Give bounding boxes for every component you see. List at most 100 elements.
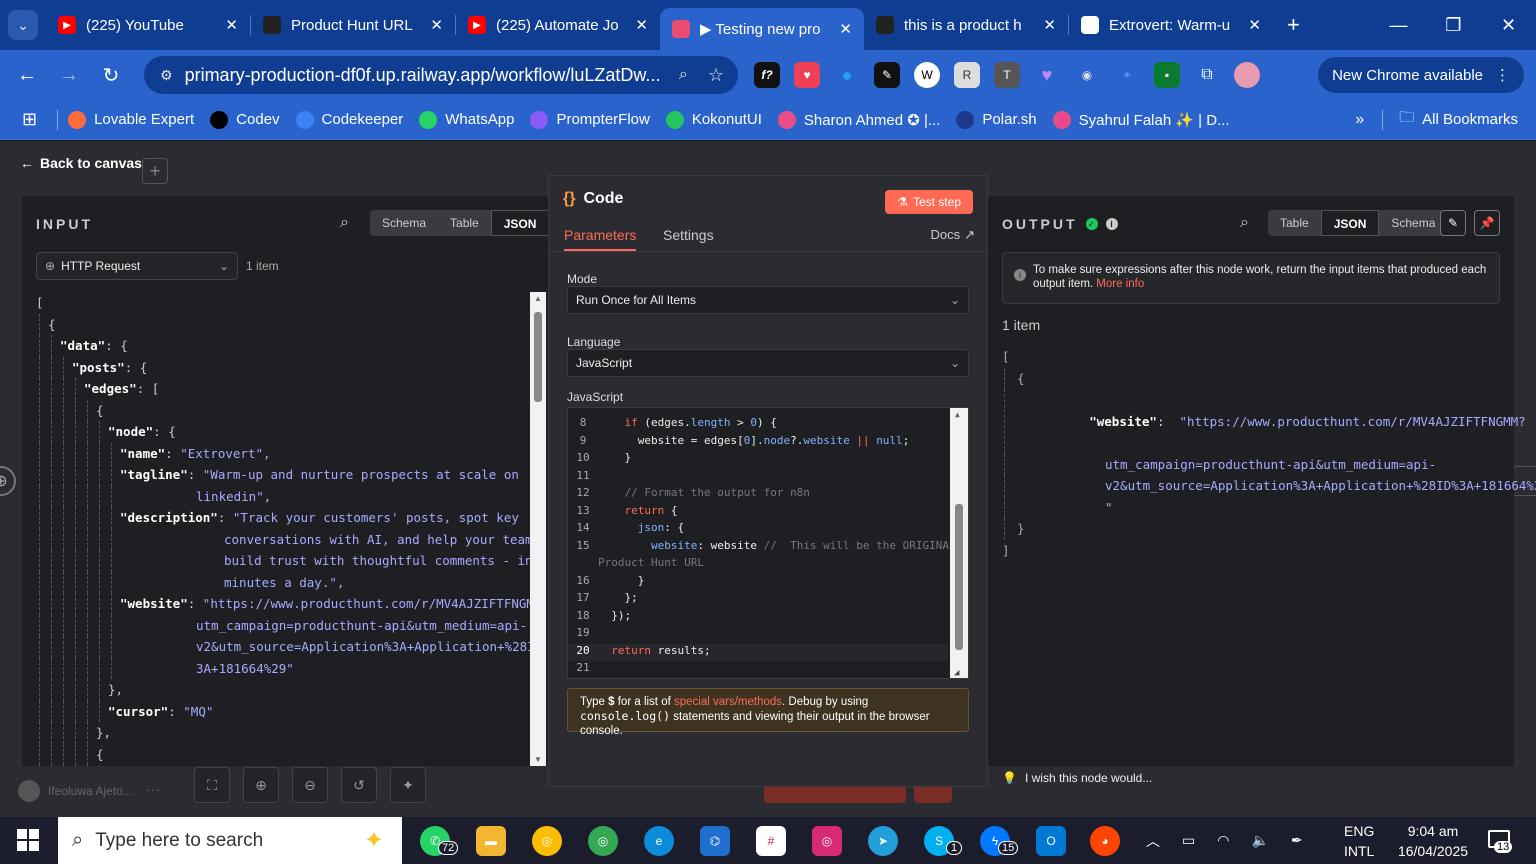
- formula-extension-icon[interactable]: f?: [754, 62, 780, 88]
- editor-scrollbar-track[interactable]: ▲ ◢: [950, 408, 968, 678]
- pin-data-button[interactable]: 📌: [1474, 210, 1500, 236]
- language-select[interactable]: JavaScript ⌄: [567, 349, 969, 377]
- tab-search-button[interactable]: ⌄: [8, 10, 38, 40]
- back-to-canvas-button[interactable]: ← Back to canvas: [20, 155, 142, 171]
- forward-button[interactable]: →: [48, 64, 90, 87]
- bookmark-item[interactable]: Codev: [210, 110, 280, 129]
- edge-icon[interactable]: e: [644, 826, 674, 856]
- bookmark-item[interactable]: Codekeeper: [295, 110, 403, 129]
- new-chrome-available-button[interactable]: New Chrome available ⋮: [1318, 57, 1524, 93]
- mode-select[interactable]: Run Once for All Items ⌄: [567, 286, 969, 314]
- back-button[interactable]: ←: [6, 64, 48, 87]
- eyedropper-icon[interactable]: ✎: [874, 62, 900, 88]
- address-bar[interactable]: ⚙ primary-production-df0f.up.railway.app…: [144, 56, 738, 94]
- battery-icon[interactable]: ▭: [1182, 832, 1195, 849]
- pen-icon[interactable]: ✒: [1291, 832, 1303, 849]
- address-url[interactable]: primary-production-df0f.up.railway.app/w…: [185, 65, 669, 86]
- scroll-down-arrow-icon[interactable]: ▼: [534, 755, 542, 764]
- left-edge-globe-icon[interactable]: ⊕: [0, 466, 16, 496]
- resize-handle-icon[interactable]: ◢: [954, 668, 959, 678]
- chat-extension-icon[interactable]: ▪: [1154, 62, 1180, 88]
- new-tab-button[interactable]: +: [1287, 12, 1300, 38]
- input-view-json[interactable]: JSON: [490, 210, 550, 236]
- drop-icon[interactable]: ●: [834, 62, 860, 88]
- minimize-button[interactable]: —: [1371, 15, 1426, 36]
- edit-output-button[interactable]: ✎: [1440, 210, 1466, 236]
- site-info-icon[interactable]: ⚙: [160, 67, 173, 84]
- zoom-icon[interactable]: ⌕: [679, 66, 688, 84]
- extension-r-icon[interactable]: R: [954, 62, 980, 88]
- wordpress-icon[interactable]: W: [914, 62, 940, 88]
- tab-settings[interactable]: Settings: [663, 227, 714, 243]
- all-bookmarks-button[interactable]: 🗀 All Bookmarks: [1399, 107, 1518, 132]
- close-tab-icon[interactable]: ✕: [1043, 16, 1056, 34]
- close-tab-icon[interactable]: ✕: [225, 16, 238, 34]
- tab-parameters[interactable]: Parameters: [564, 227, 637, 251]
- taskbar-search[interactable]: ⌕ Type here to search ✦: [58, 817, 402, 864]
- bookmark-item[interactable]: Syahrul Falah ✨ | D...: [1052, 110, 1230, 129]
- docs-link[interactable]: Docs ↗: [930, 227, 975, 243]
- zoom-out-button[interactable]: ⊖: [292, 767, 328, 803]
- wifi-icon[interactable]: ◠: [1217, 832, 1229, 849]
- search-icon[interactable]: ⌕: [1240, 214, 1249, 232]
- output-view-schema[interactable]: Schema: [1379, 210, 1447, 236]
- pocket-icon[interactable]: ♥: [794, 62, 820, 88]
- user-menu-icon[interactable]: ···: [146, 781, 160, 797]
- input-scrollbar-thumb[interactable]: [534, 312, 542, 402]
- test-step-button[interactable]: ⚗ Test step: [885, 190, 973, 214]
- telegram-icon[interactable]: ➤: [868, 826, 898, 856]
- more-menu-icon[interactable]: ⋮: [1495, 66, 1510, 84]
- extension-t-icon[interactable]: T: [994, 62, 1020, 88]
- heart-extension-icon[interactable]: ♥: [1034, 62, 1060, 88]
- bookmark-item[interactable]: Lovable Expert: [68, 110, 194, 129]
- close-tab-icon[interactable]: ✕: [635, 16, 648, 34]
- input-scrollbar-track[interactable]: ▲ ▼: [530, 292, 546, 766]
- code-editor[interactable]: 8 if (edges.length > 0) {9 website = edg…: [567, 407, 969, 679]
- slack-icon[interactable]: #: [756, 826, 786, 856]
- bookmark-item[interactable]: Polar.sh: [956, 110, 1037, 129]
- volume-icon[interactable]: 🔈: [1251, 832, 1268, 849]
- input-view-schema[interactable]: Schema: [370, 210, 438, 236]
- file-explorer-icon[interactable]: ▬: [476, 826, 506, 856]
- execute-workflow-button[interactable]: [764, 787, 906, 803]
- bookmark-item[interactable]: PrompterFlow: [530, 110, 650, 129]
- feedback-prompt[interactable]: 💡 I wish this node would...: [1002, 771, 1152, 785]
- sparkle-icon[interactable]: ✦: [1114, 62, 1140, 88]
- scroll-up-arrow-icon[interactable]: ▲: [534, 294, 542, 303]
- input-view-table[interactable]: Table: [438, 210, 491, 236]
- vscode-icon[interactable]: ⌬: [700, 826, 730, 856]
- close-tab-icon[interactable]: ✕: [839, 20, 852, 38]
- close-tab-icon[interactable]: ✕: [430, 16, 443, 34]
- scroll-up-arrow-icon[interactable]: ▲: [955, 410, 960, 419]
- input-json-viewer[interactable]: [{"data": {"posts": {"edges": [{"node": …: [36, 292, 530, 766]
- language-indicator[interactable]: ENG INTL: [1344, 821, 1374, 861]
- fit-view-button[interactable]: ⛶: [194, 767, 230, 803]
- chrome-icon[interactable]: ◎: [532, 826, 562, 856]
- info-icon[interactable]: i: [1105, 218, 1118, 230]
- apps-grid-icon[interactable]: ⊞: [22, 109, 37, 130]
- more-bookmarks-icon[interactable]: »: [1355, 111, 1364, 129]
- bookmark-item[interactable]: KokonutUI: [665, 110, 762, 129]
- tab-2[interactable]: Product Hunt URL ✕: [251, 0, 455, 50]
- instagram-icon[interactable]: ◎: [812, 826, 842, 856]
- extensions-puzzle-icon[interactable]: ⧉: [1194, 62, 1220, 88]
- input-source-select[interactable]: ⊕ HTTP Request ⌄: [36, 252, 238, 280]
- zoom-in-button[interactable]: ⊕: [243, 767, 279, 803]
- add-node-button[interactable]: +: [142, 158, 168, 184]
- close-tab-icon[interactable]: ✕: [1248, 16, 1261, 34]
- output-view-json[interactable]: JSON: [1320, 210, 1380, 236]
- bookmark-item[interactable]: WhatsApp: [419, 110, 514, 129]
- tab-5[interactable]: this is a product h ✕: [864, 0, 1068, 50]
- tidy-button[interactable]: ✦: [390, 767, 426, 803]
- user-name[interactable]: Ifeoluwa Ajeto...: [48, 784, 133, 798]
- more-info-link[interactable]: More info: [1096, 278, 1144, 290]
- output-view-table[interactable]: Table: [1268, 210, 1321, 236]
- camera-icon[interactable]: ◉: [1074, 62, 1100, 88]
- tab-6[interactable]: Extrovert: Warm-u ✕: [1069, 0, 1273, 50]
- editor-scrollbar-thumb[interactable]: [955, 504, 963, 650]
- execute-options-button[interactable]: [914, 787, 952, 803]
- bookmark-item[interactable]: Sharon Ahmed ✪ |...: [777, 110, 940, 129]
- bookmark-star-icon[interactable]: ☆: [708, 65, 724, 86]
- special-vars-link[interactable]: special vars/methods: [674, 696, 782, 708]
- search-icon[interactable]: ⌕: [340, 214, 349, 232]
